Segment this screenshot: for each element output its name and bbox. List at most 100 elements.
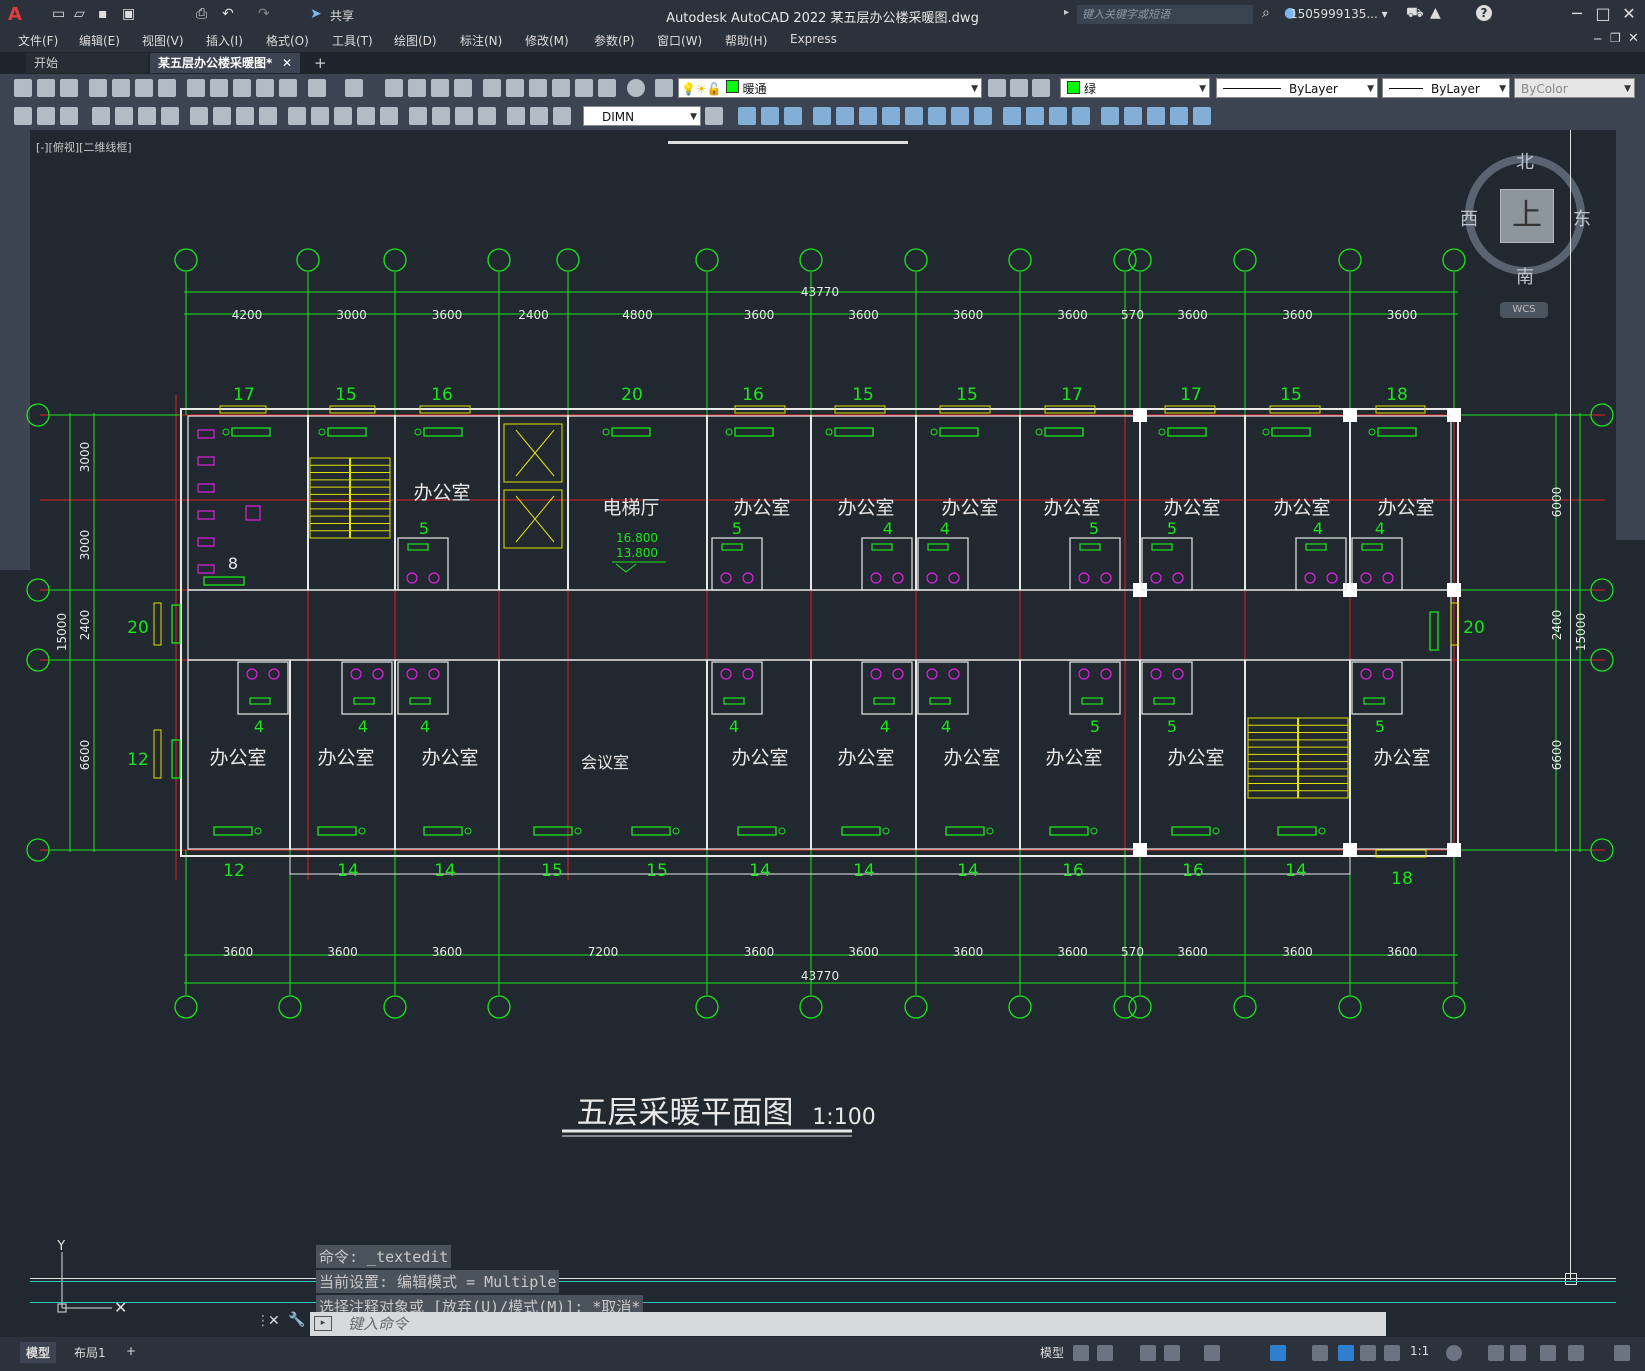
hardware-accel-icon[interactable]: [1540, 1345, 1556, 1361]
axis-bubble-bot-4: [695, 995, 719, 1019]
radiator-upper-0: [231, 427, 271, 437]
dim-top-3: 2400: [518, 308, 549, 322]
radiator-upper-5: [834, 427, 874, 437]
annotation-monitor-icon[interactable]: [1488, 1345, 1504, 1361]
crosshair-v-line: [1570, 130, 1571, 1280]
snap-icon[interactable]: [1097, 1345, 1113, 1361]
bath-number-lower-3: 4: [729, 717, 739, 736]
grid-icon[interactable]: [1073, 1345, 1089, 1361]
viewcube-south[interactable]: 南: [1516, 263, 1534, 289]
wcs-menu[interactable]: WCS: [1500, 302, 1548, 318]
bath-number-upper-3: 4: [883, 519, 893, 538]
dim-bottom-11: 3600: [1387, 945, 1418, 959]
radiator-lower-10: [1277, 826, 1317, 836]
tab-layout1[interactable]: 布局1: [68, 1342, 112, 1363]
valve-icon: [464, 827, 472, 835]
ortho-icon[interactable]: [1140, 1345, 1156, 1361]
axis-bubble-bot-6: [904, 995, 928, 1019]
heat-load-bottom-9: 16: [1182, 861, 1204, 881]
viewcube-west[interactable]: 西: [1460, 205, 1478, 231]
stair-west: [309, 457, 391, 539]
command-recent-icon[interactable]: ▸: [314, 1316, 332, 1331]
room-label-upper-4: 办公室: [941, 497, 998, 519]
dim-top-5: 3600: [744, 308, 775, 322]
sink-icon: [1326, 572, 1338, 584]
column-5: [1447, 583, 1461, 597]
heat-load-bottom-1: 14: [337, 861, 359, 881]
elevation-mark: [615, 563, 637, 573]
radiator-lower-7: [945, 826, 985, 836]
room-label-lower-7: 办公室: [1045, 747, 1102, 769]
osnap-icon[interactable]: [1270, 1345, 1286, 1361]
toilet-icon: [1078, 668, 1090, 680]
tab-model[interactable]: 模型: [20, 1342, 57, 1363]
customization-icon[interactable]: [1614, 1345, 1630, 1361]
elevator-2: [503, 489, 563, 549]
toilet-icon: [926, 572, 938, 584]
restroom-upper-3: [917, 537, 969, 591]
sink-icon: [1100, 668, 1112, 680]
workspace-gear-icon[interactable]: [1446, 1345, 1462, 1361]
dim-top-total: 43770: [801, 285, 839, 299]
room-label-upper-7: 办公室: [1273, 497, 1330, 519]
clean-screen-icon[interactable]: [1568, 1345, 1584, 1361]
floor-drain-icon: [245, 505, 261, 521]
axis-bubble-top-8: [1008, 248, 1032, 272]
heat-load-top-10: 18: [1386, 385, 1408, 405]
heat-load-top-3: 20: [621, 385, 643, 405]
urinal-icon: [197, 456, 215, 466]
radiator-upper-10: [1377, 427, 1417, 437]
command-customize-icon[interactable]: 🔧: [288, 1312, 305, 1328]
axis-bubble-top-5: [695, 248, 719, 272]
lineweight-icon[interactable]: [1312, 1345, 1328, 1361]
room-label-lower-6: 办公室: [943, 747, 1000, 769]
isolate-objects-icon[interactable]: [1510, 1345, 1526, 1361]
dim-bottom-3: 7200: [588, 945, 619, 959]
axis-bubble-top-0: [174, 248, 198, 272]
viewcube-top-face[interactable]: 上: [1500, 189, 1554, 243]
sink-icon: [428, 572, 440, 584]
isodraft-icon[interactable]: [1204, 1345, 1220, 1361]
bath-radiator-icon: [407, 543, 429, 551]
dim-bottom-6: 3600: [953, 945, 984, 959]
room-label-lower-1: 办公室: [317, 747, 374, 769]
dim-bottom-1: 3600: [327, 945, 358, 959]
bath-number-upper-4: 4: [940, 519, 950, 538]
axis-bubble-bot-0: [174, 995, 198, 1019]
command-input[interactable]: 键入命令: [310, 1312, 1386, 1336]
room-label-upper-6: 办公室: [1163, 497, 1220, 519]
column-0: [1133, 408, 1147, 422]
polar-icon[interactable]: [1164, 1345, 1180, 1361]
sink-icon: [1382, 572, 1394, 584]
dim-right-1: 2400: [1550, 610, 1564, 641]
toilet-icon: [1360, 572, 1372, 584]
axis-bubble-top-10: [1128, 248, 1152, 272]
annotation-scale-icon[interactable]: [1384, 1345, 1400, 1361]
annotation-visibility-icon[interactable]: [1338, 1345, 1354, 1361]
heat-load-bottom-11: 18: [1391, 869, 1413, 889]
viewcube-north[interactable]: 北: [1516, 148, 1534, 174]
room-label-lower-5: 办公室: [837, 747, 894, 769]
viewcube-east[interactable]: 东: [1573, 205, 1591, 231]
add-layout-button[interactable]: +: [120, 1342, 142, 1360]
heat-load-top-0: 17: [233, 385, 255, 405]
restroom-lower-0: [237, 661, 289, 715]
restroom-lower-5: [917, 661, 969, 715]
dim-top-10: 3600: [1177, 308, 1208, 322]
dim-right-total: 15000: [1574, 613, 1588, 651]
crosshair-pickbox: [1565, 1273, 1577, 1285]
auto-scale-icon[interactable]: [1360, 1345, 1376, 1361]
annotation-scale-value[interactable]: 1:1: [1404, 1342, 1435, 1360]
dim-right-0: 6000: [1550, 487, 1564, 518]
bath-number-lower-0: 4: [254, 717, 264, 736]
dim-bottom-10: 3600: [1282, 945, 1313, 959]
model-space-button[interactable]: 模型: [1034, 1342, 1070, 1363]
axis-bubble-top-12: [1338, 248, 1362, 272]
axis-bubble-bot-2: [383, 995, 407, 1019]
bath-radiator-icon: [409, 697, 431, 705]
valve-icon: [358, 827, 366, 835]
radiator-upper-3: [611, 427, 651, 437]
valve-icon: [1262, 428, 1270, 436]
command-close-icon[interactable]: ✕: [268, 1313, 280, 1329]
dim-bottom-total: 43770: [801, 969, 839, 983]
